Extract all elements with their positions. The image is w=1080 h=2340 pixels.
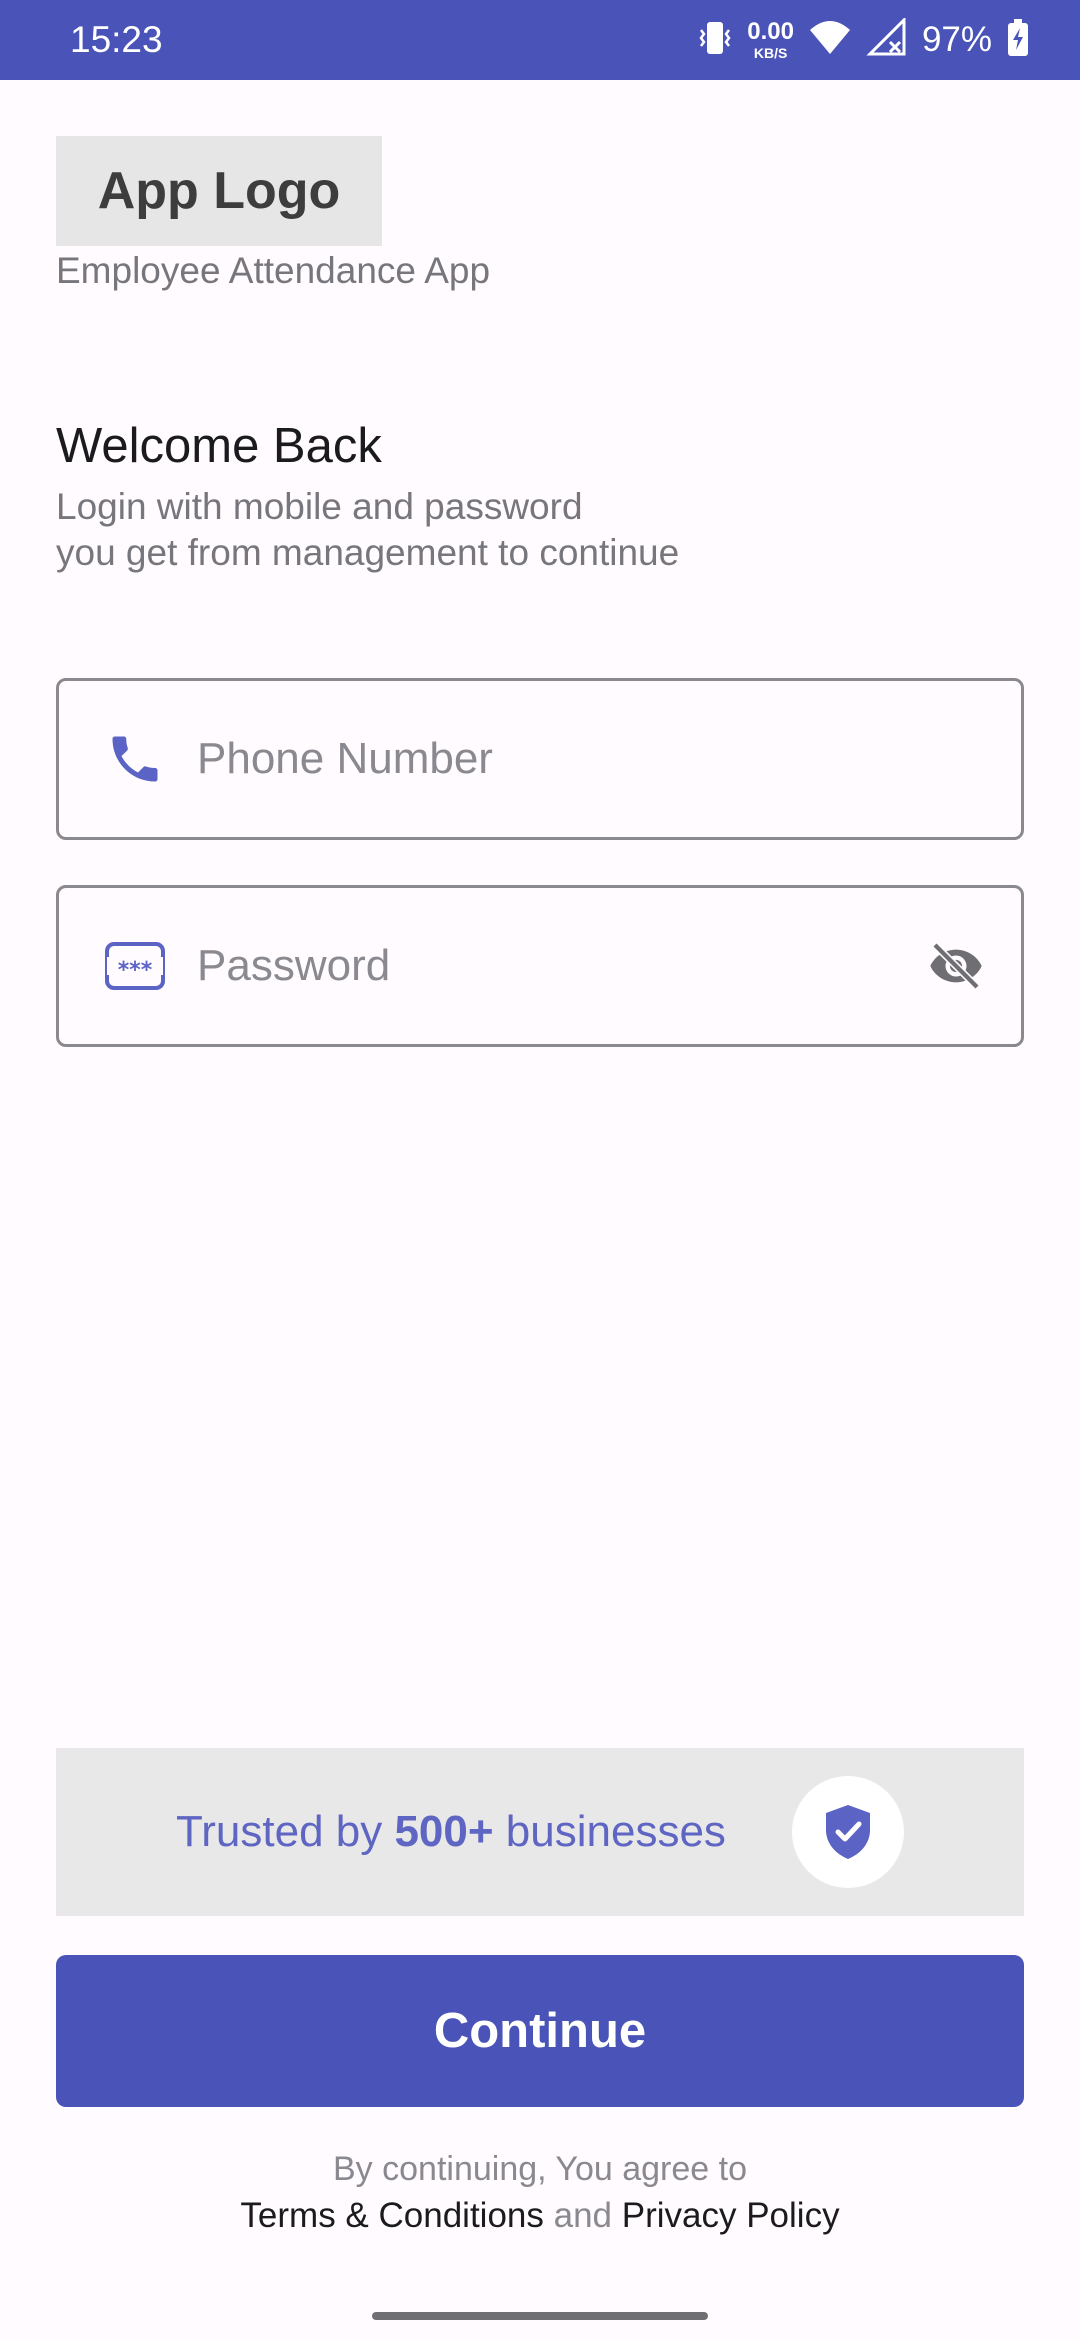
welcome-description-line2: you get from management to continue bbox=[56, 532, 680, 573]
privacy-link[interactable]: Privacy Policy bbox=[622, 2196, 840, 2235]
welcome-title: Welcome Back bbox=[56, 419, 382, 473]
app-logo: App Logo bbox=[56, 136, 382, 246]
trust-suffix: businesses bbox=[493, 1807, 726, 1856]
network-speed-unit: KB/S bbox=[753, 45, 788, 61]
status-time: 15:23 bbox=[70, 19, 163, 60]
network-speed: 0.00 KB/S bbox=[747, 18, 794, 61]
trust-text: Trusted by 500+ businesses bbox=[176, 1748, 726, 1916]
trust-count: 500+ bbox=[394, 1807, 494, 1856]
trust-banner: Trusted by 500+ businesses bbox=[56, 1748, 1024, 1916]
network-speed-value: 0.00 bbox=[747, 18, 794, 45]
wifi-icon bbox=[808, 18, 852, 63]
password-input[interactable] bbox=[197, 888, 957, 1044]
app-subtitle: Employee Attendance App bbox=[56, 250, 491, 291]
trust-prefix: Trusted by bbox=[176, 1807, 395, 1856]
app-logo-text: App Logo bbox=[97, 162, 341, 220]
eye-off-icon[interactable] bbox=[921, 931, 991, 1001]
continue-button[interactable]: Continue bbox=[56, 1955, 1024, 2107]
battery-charging-icon bbox=[1006, 18, 1030, 63]
status-icons: 0.00 KB/S 97% bbox=[683, 15, 1030, 64]
legal-links: Terms & Conditions and Privacy Policy bbox=[0, 2196, 1080, 2236]
vibrate-icon bbox=[697, 18, 733, 63]
home-indicator[interactable] bbox=[372, 2312, 708, 2320]
status-bar: 15:23 0.00 KB/S 97% bbox=[0, 0, 1080, 80]
legal-notice: By continuing, You agree to bbox=[333, 2150, 747, 2188]
signal-icon bbox=[866, 15, 908, 63]
phone-field[interactable] bbox=[56, 678, 1024, 840]
svg-text:***: *** bbox=[118, 958, 153, 983]
welcome-description-line1: Login with mobile and password bbox=[56, 486, 583, 527]
terms-link[interactable]: Terms & Conditions bbox=[240, 2196, 543, 2235]
welcome-description: Login with mobile and password you get f… bbox=[56, 484, 956, 576]
password-field[interactable]: *** bbox=[56, 885, 1024, 1047]
phone-input[interactable] bbox=[197, 681, 957, 837]
phone-icon bbox=[103, 727, 167, 791]
battery-percent: 97% bbox=[921, 20, 992, 59]
password-dots-icon: *** bbox=[103, 934, 167, 998]
shield-check-icon bbox=[792, 1776, 904, 1888]
legal-and: and bbox=[553, 2196, 613, 2235]
